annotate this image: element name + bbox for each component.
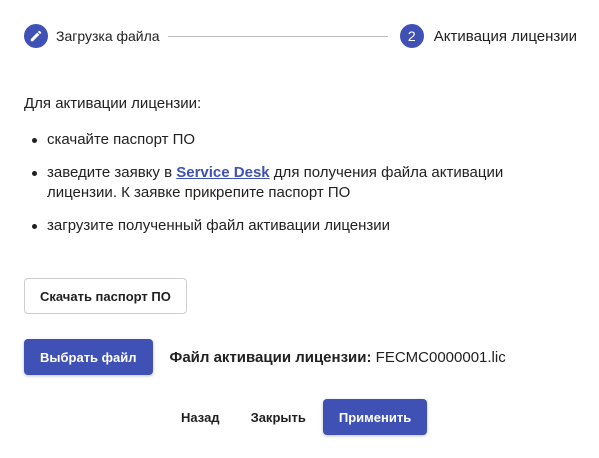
step-license-activation[interactable]: 2 Активация лицензии <box>399 24 577 48</box>
service-desk-link[interactable]: Service Desk <box>176 164 269 181</box>
step-connector <box>167 35 388 37</box>
dialog-actions: Назад Закрыть Применить <box>168 399 428 435</box>
close-button[interactable]: Закрыть <box>238 399 319 435</box>
instructions-intro: Для активации лицензии: <box>24 95 202 112</box>
file-row: Выбрать файл Файл активации лицензии: FE… <box>24 339 506 375</box>
instructions: Для активации лицензии: скачайте паспорт… <box>24 94 564 249</box>
file-name: FECMC0000001.lic <box>375 348 506 366</box>
list-item: заведите заявку в Service Desk для получ… <box>24 163 564 203</box>
file-label: Файл активации лицензии: <box>169 348 372 366</box>
step-number-badge: 2 <box>399 24 424 48</box>
list-item: скачайте паспорт ПО <box>24 130 564 150</box>
step-license-activation-label: Активация лицензии <box>433 27 577 45</box>
step-upload-file[interactable]: Загрузка файла <box>24 24 160 48</box>
step-upload-file-label: Загрузка файла <box>56 28 160 44</box>
file-info: Файл активации лицензии: FECMC0000001.li… <box>170 349 506 366</box>
download-passport-button[interactable]: Скачать паспорт ПО <box>24 278 187 314</box>
list-item-text-before: заведите заявку в <box>47 164 177 181</box>
choose-file-button[interactable]: Выбрать файл <box>24 339 153 375</box>
list-item: загрузите полученный файл активации лице… <box>24 216 564 236</box>
stepper: Загрузка файла 2 Активация лицензии <box>24 23 577 49</box>
instructions-list: скачайте паспорт ПО заведите заявку в Se… <box>24 130 564 236</box>
list-item-text: загрузите полученный файл активации лице… <box>47 217 391 234</box>
back-button[interactable]: Назад <box>168 399 233 435</box>
edit-pencil-icon <box>24 24 48 48</box>
apply-button[interactable]: Применить <box>322 399 428 435</box>
list-item-text: скачайте паспорт ПО <box>47 131 196 148</box>
